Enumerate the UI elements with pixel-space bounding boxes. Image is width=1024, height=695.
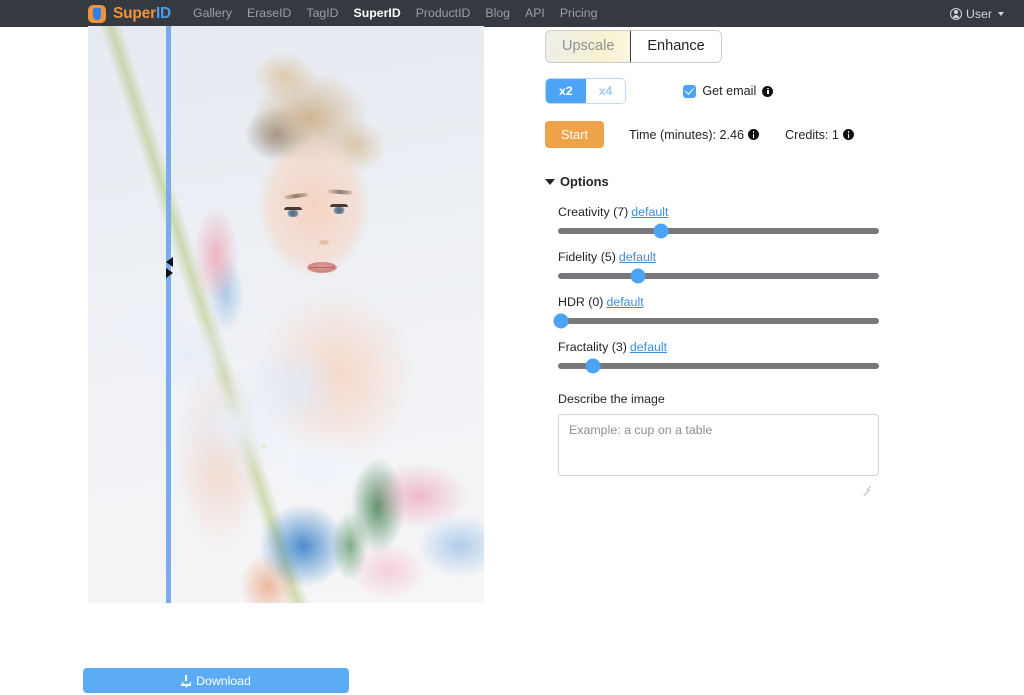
slider-fidelity-text: Fidelity (5) — [558, 250, 616, 264]
time-estimate: Time (minutes): 2.46 — [629, 128, 759, 142]
get-email-group: Get email — [683, 84, 773, 98]
eyebrow-left — [284, 193, 308, 200]
arrow-right-icon — [166, 268, 173, 278]
nav-item-eraseid[interactable]: EraseID — [247, 0, 291, 27]
superid-logo-icon — [88, 5, 106, 23]
scale-option-x4[interactable]: x4 — [586, 79, 626, 103]
nav-item-pricing[interactable]: Pricing — [560, 0, 598, 27]
slider-hdr-thumb[interactable] — [554, 314, 569, 329]
scale-factor-group: x2 x4 — [545, 78, 626, 104]
credits-cost: Credits: 1 — [785, 128, 854, 142]
get-email-info-icon[interactable] — [762, 86, 773, 97]
slider-fidelity-thumb[interactable] — [631, 269, 646, 284]
slider-fractality: Fractality (3)default — [545, 340, 995, 369]
eye-right — [331, 207, 347, 214]
nav-item-productid[interactable]: ProductID — [416, 0, 471, 27]
start-row: Start Time (minutes): 2.46 Credits: 1 — [545, 121, 995, 148]
get-email-label: Get email — [702, 84, 756, 98]
describe-image-label: Describe the image — [545, 392, 995, 406]
time-info-icon[interactable] — [748, 129, 759, 140]
lips — [307, 262, 337, 273]
slider-hdr-default-link[interactable]: default — [606, 295, 643, 309]
describe-image-input[interactable] — [558, 414, 879, 476]
user-circle-icon — [950, 8, 962, 20]
mode-tab-group: Upscale Enhance — [545, 30, 722, 63]
tab-enhance[interactable]: Enhance — [631, 31, 720, 62]
slider-fractality-text: Fractality (3) — [558, 340, 627, 354]
download-button[interactable]: Download — [83, 668, 349, 693]
slider-fidelity-label: Fidelity (5)default — [558, 250, 995, 264]
textarea-resize-grip[interactable] — [861, 481, 870, 490]
options-header-label: Options — [560, 174, 609, 189]
brand-logo-link[interactable]: SuperID — [88, 5, 171, 23]
nav-item-gallery[interactable]: Gallery — [193, 0, 232, 27]
slider-creativity-default-link[interactable]: default — [631, 205, 668, 219]
compare-divider-line[interactable] — [166, 26, 171, 603]
slider-hdr-track[interactable] — [558, 318, 879, 324]
user-menu-label: User — [966, 7, 992, 21]
brand-title-part1: Super — [113, 5, 156, 22]
slider-fractality-track[interactable] — [558, 363, 879, 369]
image-compare-viewer[interactable] — [88, 26, 484, 603]
brand-title: SuperID — [113, 5, 171, 23]
brand-title-part2: ID — [156, 5, 171, 22]
eye-left — [285, 210, 301, 217]
slider-fractality-default-link[interactable]: default — [630, 340, 667, 354]
controls-panel: Upscale Enhance x2 x4 Get email Start Ti… — [545, 26, 995, 481]
slider-fidelity-default-link[interactable]: default — [619, 250, 656, 264]
portrait-photo — [88, 26, 484, 603]
nav-item-api[interactable]: API — [525, 0, 545, 27]
nav-item-superid[interactable]: SuperID — [354, 0, 401, 27]
user-menu[interactable]: User — [950, 0, 1004, 27]
slider-creativity-track[interactable] — [558, 228, 879, 234]
slider-creativity: Creativity (7)default — [545, 205, 995, 234]
nav-item-tagid[interactable]: TagID — [306, 0, 338, 27]
slider-hdr-text: HDR (0) — [558, 295, 603, 309]
slider-fidelity-track[interactable] — [558, 273, 879, 279]
scale-and-email-row: x2 x4 Get email — [545, 78, 995, 104]
credits-cost-label: Credits: 1 — [785, 128, 839, 142]
triangle-down-icon — [545, 179, 555, 185]
options-toggle[interactable]: Options — [545, 174, 609, 189]
tab-upscale[interactable]: Upscale — [546, 31, 631, 62]
start-button[interactable]: Start — [545, 121, 604, 148]
slider-creativity-label: Creativity (7)default — [558, 205, 995, 219]
scale-option-x2[interactable]: x2 — [546, 79, 586, 103]
slider-hdr-label: HDR (0)default — [558, 295, 995, 309]
slider-fractality-label: Fractality (3)default — [558, 340, 995, 354]
chevron-down-icon — [998, 12, 1004, 16]
eyebrow-right — [328, 189, 352, 195]
time-estimate-label: Time (minutes): 2.46 — [629, 128, 744, 142]
main-nav: Gallery EraseID TagID SuperID ProductID … — [193, 0, 597, 27]
download-button-label: Download — [196, 674, 251, 688]
credits-info-icon[interactable] — [843, 129, 854, 140]
arrow-left-icon — [166, 257, 173, 267]
slider-hdr: HDR (0)default — [545, 295, 995, 324]
nose — [319, 240, 329, 245]
slider-creativity-thumb[interactable] — [653, 224, 668, 239]
nav-item-blog[interactable]: Blog — [485, 0, 510, 27]
get-email-checkbox[interactable] — [683, 85, 696, 98]
slider-fractality-thumb[interactable] — [586, 359, 601, 374]
slider-creativity-text: Creativity (7) — [558, 205, 628, 219]
top-navbar: SuperID Gallery EraseID TagID SuperID Pr… — [0, 0, 1024, 27]
slider-fidelity: Fidelity (5)default — [545, 250, 995, 279]
compare-drag-handle[interactable] — [160, 254, 178, 280]
download-icon — [181, 675, 191, 686]
